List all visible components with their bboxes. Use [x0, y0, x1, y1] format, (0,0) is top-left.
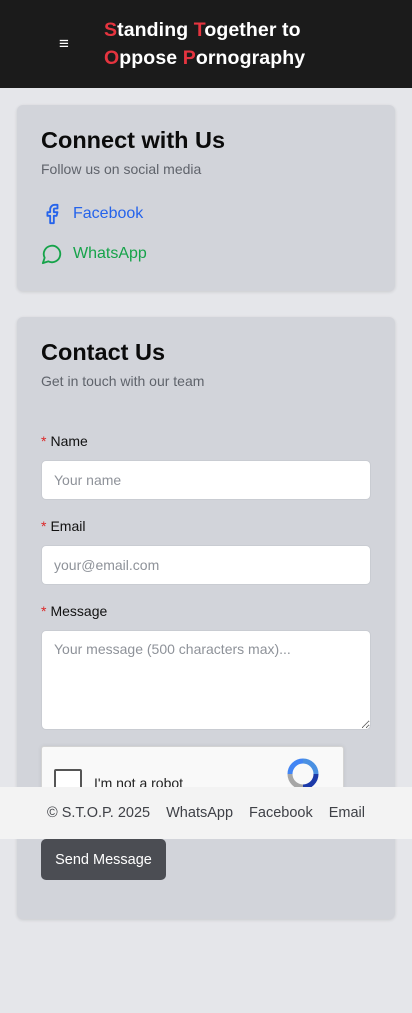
- email-input[interactable]: [41, 545, 371, 585]
- recaptcha-logo-icon: [287, 758, 319, 790]
- required-mark: *: [41, 518, 47, 534]
- message-label-text: Message: [50, 603, 108, 619]
- connect-subtitle: Follow us on social media: [41, 161, 202, 177]
- whatsapp-icon: [41, 244, 62, 265]
- brand-text: ppose: [119, 47, 183, 69]
- contact-title: Contact Us: [41, 339, 166, 365]
- name-label: * Name: [41, 433, 88, 449]
- required-mark: *: [41, 603, 47, 619]
- brand-initial-letter: T: [193, 19, 205, 41]
- brand-initial-letter: P: [182, 47, 196, 69]
- footer-link-email[interactable]: Email: [329, 805, 365, 821]
- email-label: * Email: [41, 518, 85, 534]
- hamburger-menu-icon[interactable]: ≡: [56, 35, 72, 52]
- email-label-text: Email: [50, 518, 86, 534]
- brand-text: ogether to: [204, 19, 301, 41]
- facebook-label: Facebook: [73, 205, 144, 222]
- brand-initial-letter: O: [104, 47, 120, 69]
- facebook-icon: [46, 203, 59, 225]
- footer-link-whatsapp[interactable]: WhatsApp: [166, 805, 233, 821]
- site-footer: © S.T.O.P. 2025 WhatsApp Facebook Email: [0, 787, 412, 839]
- connect-title: Connect with Us: [41, 127, 226, 153]
- connect-card: Connect with Us Follow us on social medi…: [17, 105, 395, 291]
- brand-text: tanding: [117, 19, 194, 41]
- footer-copyright: © S.T.O.P. 2025: [47, 805, 151, 821]
- brand-text: ornography: [195, 47, 306, 69]
- brand-initial-letter: S: [104, 19, 118, 41]
- brand-title[interactable]: Standing Together to Oppose Pornography: [104, 16, 305, 72]
- brand-line-1: Standing Together to: [104, 16, 305, 44]
- name-label-text: Name: [50, 433, 88, 449]
- name-input[interactable]: [41, 460, 371, 500]
- brand-line-2: Oppose Pornography: [104, 44, 305, 72]
- send-message-button[interactable]: Send Message: [41, 839, 166, 880]
- footer-link-facebook[interactable]: Facebook: [249, 805, 313, 821]
- facebook-link[interactable]: Facebook: [41, 203, 143, 225]
- top-header: ≡ Standing Together to Oppose Pornograph…: [0, 0, 412, 88]
- message-label: * Message: [41, 603, 107, 619]
- whatsapp-link[interactable]: WhatsApp: [41, 243, 147, 265]
- contact-subtitle: Get in touch with our team: [41, 373, 205, 389]
- required-mark: *: [41, 433, 47, 449]
- whatsapp-label: WhatsApp: [73, 245, 147, 262]
- message-textarea[interactable]: [41, 630, 371, 730]
